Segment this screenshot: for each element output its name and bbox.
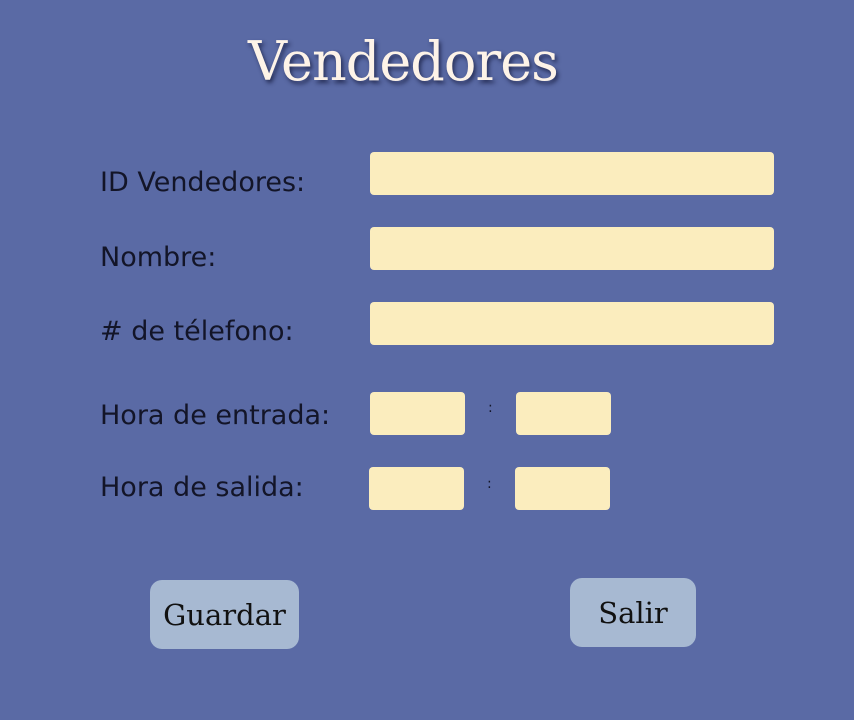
hora-salida-separator: :: [487, 476, 492, 492]
telefono-label: # de télefono:: [100, 316, 294, 347]
hora-salida-label: Hora de salida:: [100, 472, 304, 503]
telefono-input[interactable]: [370, 302, 774, 345]
page-title: Vendedores: [248, 30, 559, 93]
nombre-label: Nombre:: [100, 242, 217, 273]
salir-button[interactable]: Salir: [570, 578, 696, 647]
hora-salida-minutes-input[interactable]: [515, 467, 610, 510]
id-vendedores-input[interactable]: [370, 152, 774, 195]
hora-salida-hours-input[interactable]: [369, 467, 464, 510]
hora-entrada-hours-input[interactable]: [370, 392, 465, 435]
hora-entrada-separator: :: [488, 400, 493, 416]
guardar-button[interactable]: Guardar: [150, 580, 299, 649]
id-vendedores-label: ID Vendedores:: [100, 167, 306, 198]
hora-entrada-label: Hora de entrada:: [100, 400, 331, 431]
nombre-input[interactable]: [370, 227, 774, 270]
hora-entrada-minutes-input[interactable]: [516, 392, 611, 435]
